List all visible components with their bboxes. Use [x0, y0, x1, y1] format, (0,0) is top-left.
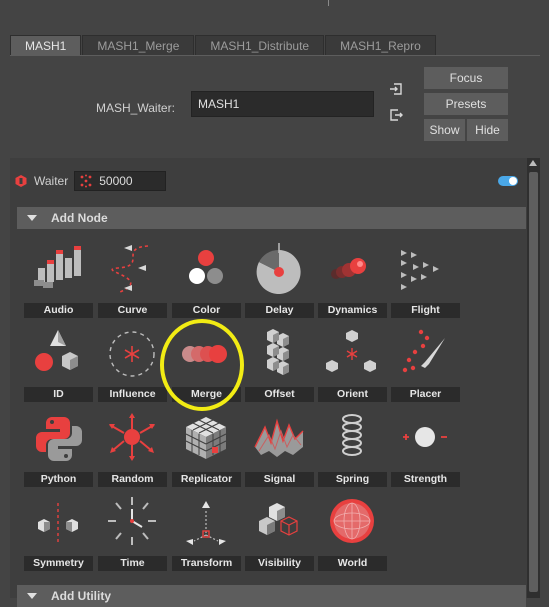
- top-strip: [0, 0, 549, 32]
- python-icon: [36, 417, 82, 461]
- node-color[interactable]: Color: [172, 238, 241, 319]
- id-icon: [35, 330, 78, 371]
- node-curve-label: Curve: [98, 303, 167, 318]
- node-visibility-label: Visibility: [245, 556, 314, 571]
- node-id-label: ID: [24, 387, 93, 402]
- node-replicator-label: Replicator: [172, 472, 241, 487]
- node-merge[interactable]: Merge: [172, 322, 241, 403]
- input-connection-icon[interactable]: [389, 82, 403, 96]
- audio-icon: [34, 246, 81, 288]
- node-audio[interactable]: Audio: [24, 238, 93, 319]
- node-strength-label: Strength: [391, 472, 460, 487]
- add-utility-title: Add Utility: [51, 589, 111, 603]
- node-random[interactable]: Random: [98, 407, 167, 488]
- node-time-label: Time: [98, 556, 167, 571]
- node-dynamics-label: Dynamics: [318, 303, 387, 318]
- node-audio-label: Audio: [24, 303, 93, 318]
- waiter-row: Waiter 50000: [14, 168, 167, 194]
- node-python-label: Python: [24, 472, 93, 487]
- flight-icon: [401, 250, 439, 290]
- waiter-node-icon: [15, 175, 27, 187]
- color-icon: [189, 250, 223, 284]
- curve-icon: [111, 245, 149, 293]
- point-count-value: 50000: [99, 174, 133, 188]
- waiter-row-label: Waiter: [34, 174, 69, 188]
- node-offset-label: Offset: [245, 387, 314, 402]
- transform-icon: [186, 501, 226, 545]
- node-symmetry[interactable]: Symmetry: [24, 491, 93, 572]
- add-node-header[interactable]: Add Node: [17, 207, 526, 229]
- add-utility-header[interactable]: Add Utility: [17, 585, 526, 607]
- signal-icon: [254, 418, 304, 457]
- spring-icon: [342, 414, 362, 456]
- top-divider-tick: [328, 0, 329, 6]
- waiter-enable-toggle[interactable]: [498, 176, 518, 186]
- collapse-arrow-icon: [27, 215, 37, 221]
- node-offset[interactable]: Offset: [245, 322, 314, 403]
- delay-icon: [256, 243, 301, 294]
- tab-mash1[interactable]: MASH1: [10, 35, 82, 55]
- tab-mash1-distribute[interactable]: MASH1_Distribute: [195, 35, 325, 55]
- node-random-label: Random: [98, 472, 167, 487]
- mash-waiter-label: MASH_Waiter:: [96, 101, 175, 115]
- node-spring-label: Spring: [318, 472, 387, 487]
- symmetry-icon: [38, 503, 78, 543]
- node-transform[interactable]: Transform: [172, 491, 241, 572]
- orient-icon: [326, 330, 376, 372]
- mash-waiter-field[interactable]: MASH1: [191, 91, 374, 117]
- strength-icon: [403, 427, 447, 447]
- influence-icon: [109, 331, 155, 377]
- node-color-label: Color: [172, 303, 241, 318]
- visibility-icon: [259, 503, 298, 536]
- tab-mash1-repro[interactable]: MASH1_Repro: [325, 35, 436, 55]
- placer-icon: [402, 329, 445, 373]
- node-orient[interactable]: Orient: [318, 322, 387, 403]
- random-icon: [109, 413, 155, 461]
- node-python[interactable]: Python: [24, 407, 93, 488]
- node-tab-bar: MASH1 MASH1_Merge MASH1_Distribute MASH1…: [10, 35, 437, 55]
- tab-mash1-merge[interactable]: MASH1_Merge: [82, 35, 195, 55]
- points-icon: [80, 174, 92, 188]
- node-curve[interactable]: Curve: [98, 238, 167, 319]
- node-signal-label: Signal: [245, 472, 314, 487]
- scroll-up-arrow-icon[interactable]: [529, 160, 537, 166]
- node-time[interactable]: Time: [98, 491, 167, 572]
- node-flight-label: Flight: [391, 303, 460, 318]
- presets-button[interactable]: Presets: [424, 93, 508, 115]
- output-connection-icon[interactable]: [389, 108, 403, 122]
- node-spring[interactable]: Spring: [318, 407, 387, 488]
- node-transform-label: Transform: [172, 556, 241, 571]
- merge-icon: [182, 345, 227, 363]
- node-influence[interactable]: Influence: [98, 322, 167, 403]
- show-button[interactable]: Show: [424, 119, 465, 141]
- world-icon: [330, 499, 374, 543]
- node-world-label: World: [318, 556, 387, 571]
- node-replicator[interactable]: Replicator: [172, 407, 241, 488]
- scrollbar-thumb[interactable]: [529, 172, 538, 592]
- node-influence-label: Influence: [98, 387, 167, 402]
- node-delay[interactable]: Delay: [245, 238, 314, 319]
- collapse-arrow-icon: [27, 593, 37, 599]
- node-orient-label: Orient: [318, 387, 387, 402]
- node-dynamics[interactable]: Dynamics: [318, 238, 387, 319]
- add-node-title: Add Node: [51, 211, 108, 225]
- node-signal[interactable]: Signal: [245, 407, 314, 488]
- node-merge-label: Merge: [172, 387, 241, 402]
- node-visibility[interactable]: Visibility: [245, 491, 314, 572]
- hide-button[interactable]: Hide: [467, 119, 508, 141]
- point-count-field[interactable]: 50000: [74, 171, 167, 191]
- node-delay-label: Delay: [245, 303, 314, 318]
- node-flight[interactable]: Flight: [391, 238, 460, 319]
- node-world[interactable]: World: [318, 491, 387, 572]
- node-placer[interactable]: Placer: [391, 322, 460, 403]
- replicator-icon: [185, 417, 227, 459]
- dynamics-icon: [331, 258, 366, 279]
- time-icon: [108, 497, 156, 545]
- node-symmetry-label: Symmetry: [24, 556, 93, 571]
- node-id[interactable]: ID: [24, 322, 93, 403]
- offset-icon: [267, 329, 289, 375]
- node-strength[interactable]: Strength: [391, 407, 460, 488]
- focus-button[interactable]: Focus: [424, 67, 508, 89]
- node-placer-label: Placer: [391, 387, 460, 402]
